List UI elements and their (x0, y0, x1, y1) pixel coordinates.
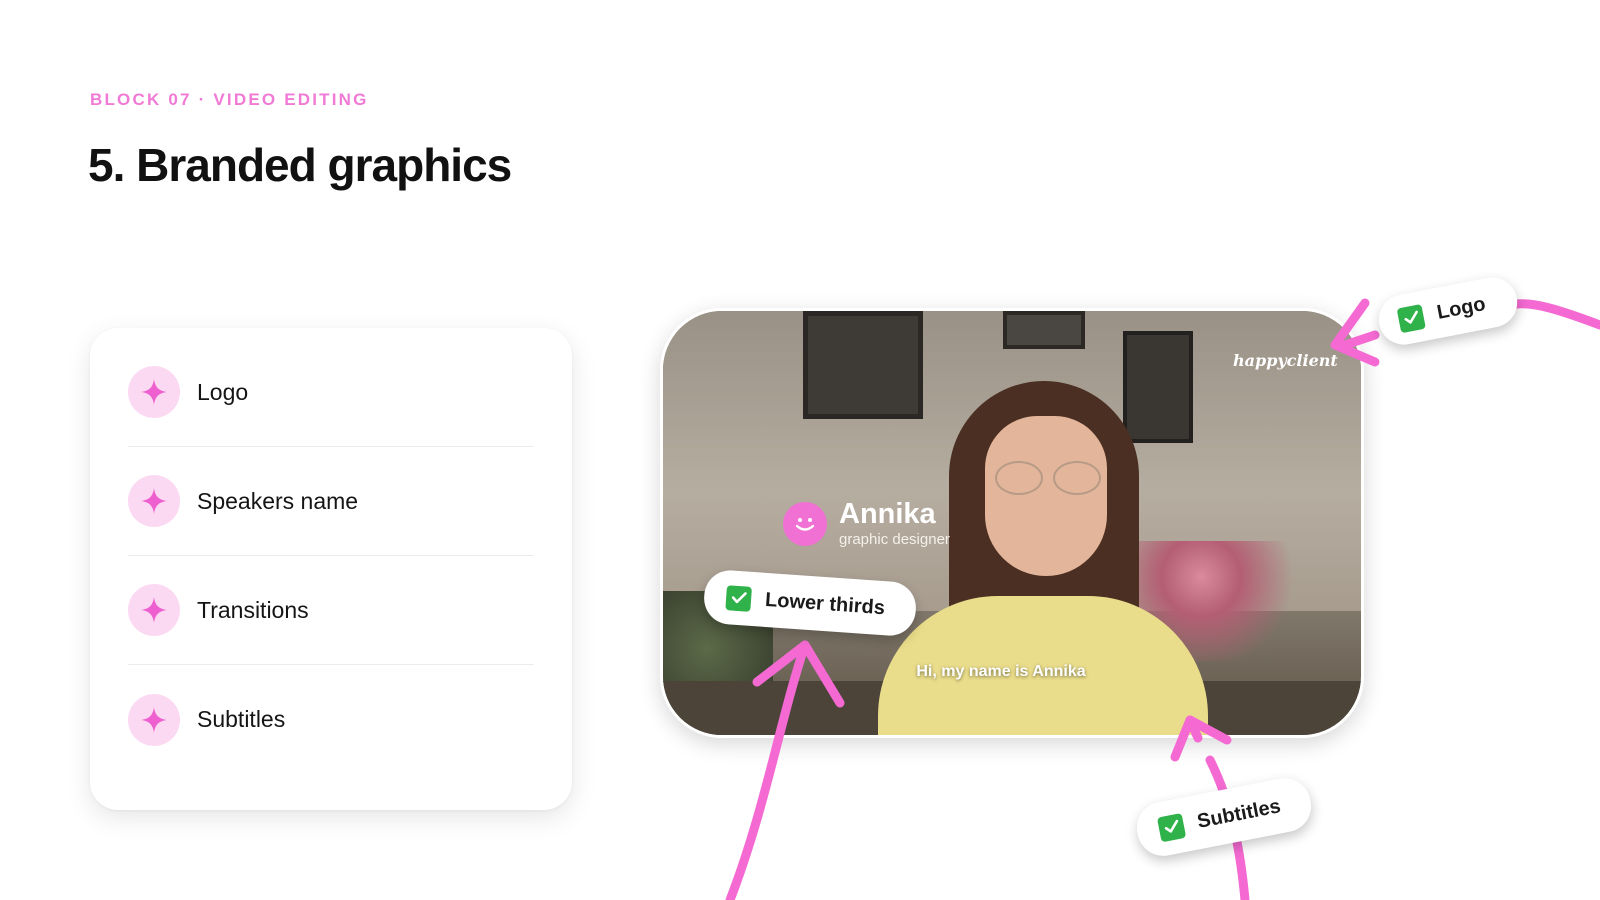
feature-list: Logo Speakers name Transitions Subtitles (128, 338, 534, 774)
wall-frame (1003, 311, 1085, 349)
sparkle-icon (128, 366, 180, 418)
feature-item-subtitles: Subtitles (128, 665, 534, 774)
feature-label: Speakers name (197, 487, 359, 514)
lower-third: Annika graphic designer (783, 499, 950, 548)
video-frame[interactable]: happyclient Annika graphic designer Hi, … (660, 308, 1364, 738)
sparkle-icon (128, 475, 180, 527)
block-label: BLOCK 07 · VIDEO EDITING (90, 90, 369, 109)
feature-item-transitions: Transitions (128, 556, 534, 665)
feature-label: Logo (197, 378, 249, 405)
features-card: Logo Speakers name Transitions Subtitles (90, 328, 572, 810)
brand-logo-text: happyclient (1233, 351, 1338, 370)
speaker-name: Annika (839, 498, 936, 530)
feature-item-logo: Logo (128, 338, 534, 447)
smiley-icon (783, 501, 827, 546)
glasses (1053, 461, 1101, 495)
logo-callout: Logo (1374, 273, 1522, 349)
feature-item-speakers-name: Speakers name (128, 447, 534, 556)
lower-thirds-callout-label: Lower thirds (764, 588, 886, 619)
wall-frame (1123, 331, 1193, 443)
feature-label: Subtitles (197, 706, 286, 732)
wall-frame (803, 311, 923, 419)
lower-third-text: Annika graphic designer (839, 499, 950, 548)
sparkle-icon (128, 584, 180, 636)
glasses (995, 461, 1043, 495)
speaker-role: graphic designer (839, 531, 950, 548)
logo-arrow-tail (1505, 299, 1600, 330)
feature-label: Transitions (197, 596, 309, 623)
check-icon (1156, 812, 1187, 842)
check-icon (725, 584, 753, 612)
check-icon (1396, 303, 1426, 333)
brand-logo: happyclient (1233, 351, 1338, 370)
subtitle-caption: Hi, my name is Annika (916, 663, 1086, 680)
subtitles-callout: Subtitles (1132, 773, 1316, 861)
face (985, 416, 1107, 576)
subtitles-callout-label: Subtitles (1195, 794, 1283, 833)
page-title: 5. Branded graphics (88, 139, 512, 191)
logo-callout-label: Logo (1435, 292, 1488, 324)
sparkle-icon (128, 693, 180, 746)
